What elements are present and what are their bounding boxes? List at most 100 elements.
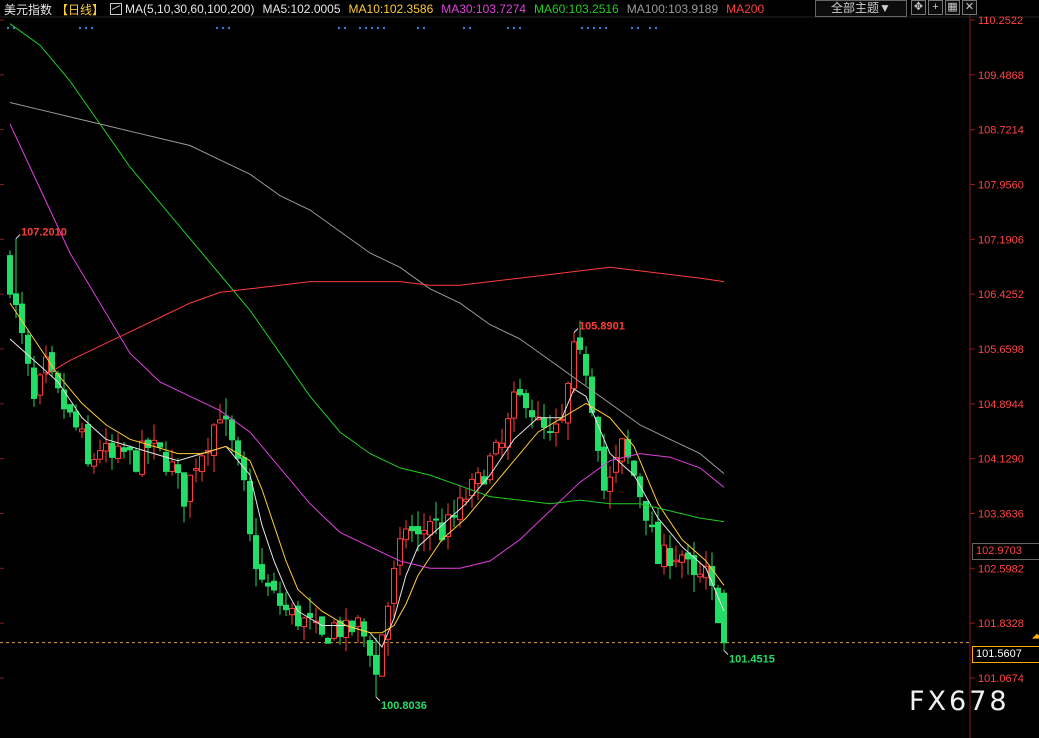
- ma-legend-item: MA200: [726, 2, 765, 16]
- candle-body: [253, 535, 259, 570]
- candle-body: [139, 440, 145, 475]
- y-tick-label: 101.0674: [978, 673, 1024, 685]
- extreme-price-annotation: 101.4515: [729, 653, 775, 665]
- candle-body: [97, 450, 103, 460]
- fx678-watermark: FX678: [909, 686, 1010, 717]
- kline-chart[interactable]: 110.2522109.4868108.7214107.9560107.1906…: [0, 0, 1039, 738]
- close-icon[interactable]: ✕: [962, 0, 977, 15]
- signal-dot: [512, 26, 516, 30]
- signal-dot: [604, 26, 608, 30]
- kline-chart-window: 110.2522 109.4868 108.7214 107.9560 107.1906…: [0, 0, 1039, 738]
- candle-body: [187, 474, 193, 503]
- candle-body: [547, 431, 553, 434]
- candle-body: [121, 447, 127, 452]
- period-label[interactable]: 【日线】: [56, 1, 104, 18]
- ma-legend-item: MA5:102.0005: [262, 2, 341, 16]
- candle-body: [475, 472, 481, 485]
- zoom-in-icon[interactable]: +: [928, 0, 943, 15]
- candle-body: [229, 419, 235, 441]
- candle-body: [661, 544, 667, 568]
- extreme-price-annotation: 105.8901: [579, 321, 625, 333]
- candle-body: [199, 455, 205, 473]
- candle-body: [301, 617, 307, 628]
- signal-dot: [648, 26, 652, 30]
- candle-body: [493, 441, 499, 455]
- signal-dot: [358, 26, 362, 30]
- candle-body: [271, 580, 277, 591]
- signal-dot: [506, 26, 510, 30]
- candle-body: [505, 418, 511, 448]
- candle-body: [577, 337, 583, 350]
- candle-body: [511, 391, 517, 419]
- signal-dot: [370, 26, 374, 30]
- candle-body: [595, 416, 601, 451]
- signal-dots: [6, 26, 658, 30]
- signal-dot: [6, 26, 10, 30]
- candle-body: [247, 480, 253, 535]
- y-tick-label: 107.9560: [978, 180, 1024, 192]
- signal-dot: [343, 26, 347, 30]
- move-icon[interactable]: ✥: [911, 0, 926, 15]
- candle-body: [403, 528, 409, 541]
- ma100-line: [9, 102, 725, 474]
- candle-body: [415, 526, 421, 535]
- signal-dot: [630, 26, 634, 30]
- signal-dot: [416, 26, 420, 30]
- signal-dot: [90, 26, 94, 30]
- candles: [7, 238, 727, 697]
- candle-body: [133, 450, 139, 472]
- candle-body: [529, 410, 535, 418]
- candle-body: [721, 592, 727, 644]
- signal-dot: [422, 26, 426, 30]
- candle-body: [181, 472, 187, 507]
- extreme-price-annotation: 100.8036: [381, 700, 427, 712]
- signal-dot: [598, 26, 602, 30]
- candle-body: [385, 605, 391, 640]
- ma30-line: [9, 123, 725, 569]
- annotation-pointer: [573, 328, 579, 333]
- y-tick-label: 103.3636: [978, 509, 1024, 521]
- extreme-price-annotation: 107.2010: [21, 227, 67, 239]
- highlight-price-label: 102.9703: [972, 543, 1039, 560]
- candle-body: [625, 439, 631, 458]
- candle-body: [85, 423, 91, 465]
- theme-select-button[interactable]: 全部主题▼: [815, 0, 907, 17]
- candle-body: [277, 593, 283, 606]
- signal-dot: [84, 26, 88, 30]
- candle-body: [67, 404, 73, 413]
- y-tick-label: 107.1906: [978, 234, 1024, 246]
- ma-legend-item: MA60:103.2516: [533, 2, 619, 16]
- candle-body: [193, 468, 199, 471]
- y-tick-label: 101.8328: [978, 618, 1024, 630]
- y-tick-label: 106.4252: [978, 289, 1024, 301]
- candle-body: [523, 393, 529, 409]
- candle-body: [373, 654, 379, 675]
- candle-body: [343, 619, 349, 638]
- instrument-title: 美元指数: [4, 2, 53, 17]
- candle-body: [553, 423, 559, 433]
- candle-body: [391, 567, 397, 604]
- grid-icon[interactable]: ▦: [945, 0, 960, 15]
- candle-body: [667, 548, 673, 567]
- candle-body: [79, 428, 85, 433]
- candle-body: [367, 640, 373, 656]
- candle-body: [169, 461, 175, 472]
- last-price-marker: [1032, 633, 1039, 639]
- ma-legend-item: MA10:102.3586: [348, 2, 434, 16]
- y-tick-label: 104.1290: [978, 454, 1024, 466]
- candle-body: [91, 459, 97, 467]
- candle-body: [151, 439, 157, 444]
- candle-body: [289, 607, 295, 616]
- signal-dot: [580, 26, 584, 30]
- candle-body: [31, 367, 37, 399]
- signal-dot: [462, 26, 466, 30]
- signal-dot: [364, 26, 368, 30]
- last-price-label: 101.5607: [972, 646, 1039, 663]
- candle-body: [7, 255, 13, 295]
- y-tick-label: 109.4868: [978, 70, 1024, 82]
- candle-body: [127, 446, 133, 451]
- ma-legend-item: MA(5,10,30,60,100,200): [125, 2, 255, 16]
- candle-body: [13, 293, 19, 306]
- candle-body: [673, 559, 679, 563]
- candle-body: [235, 440, 241, 459]
